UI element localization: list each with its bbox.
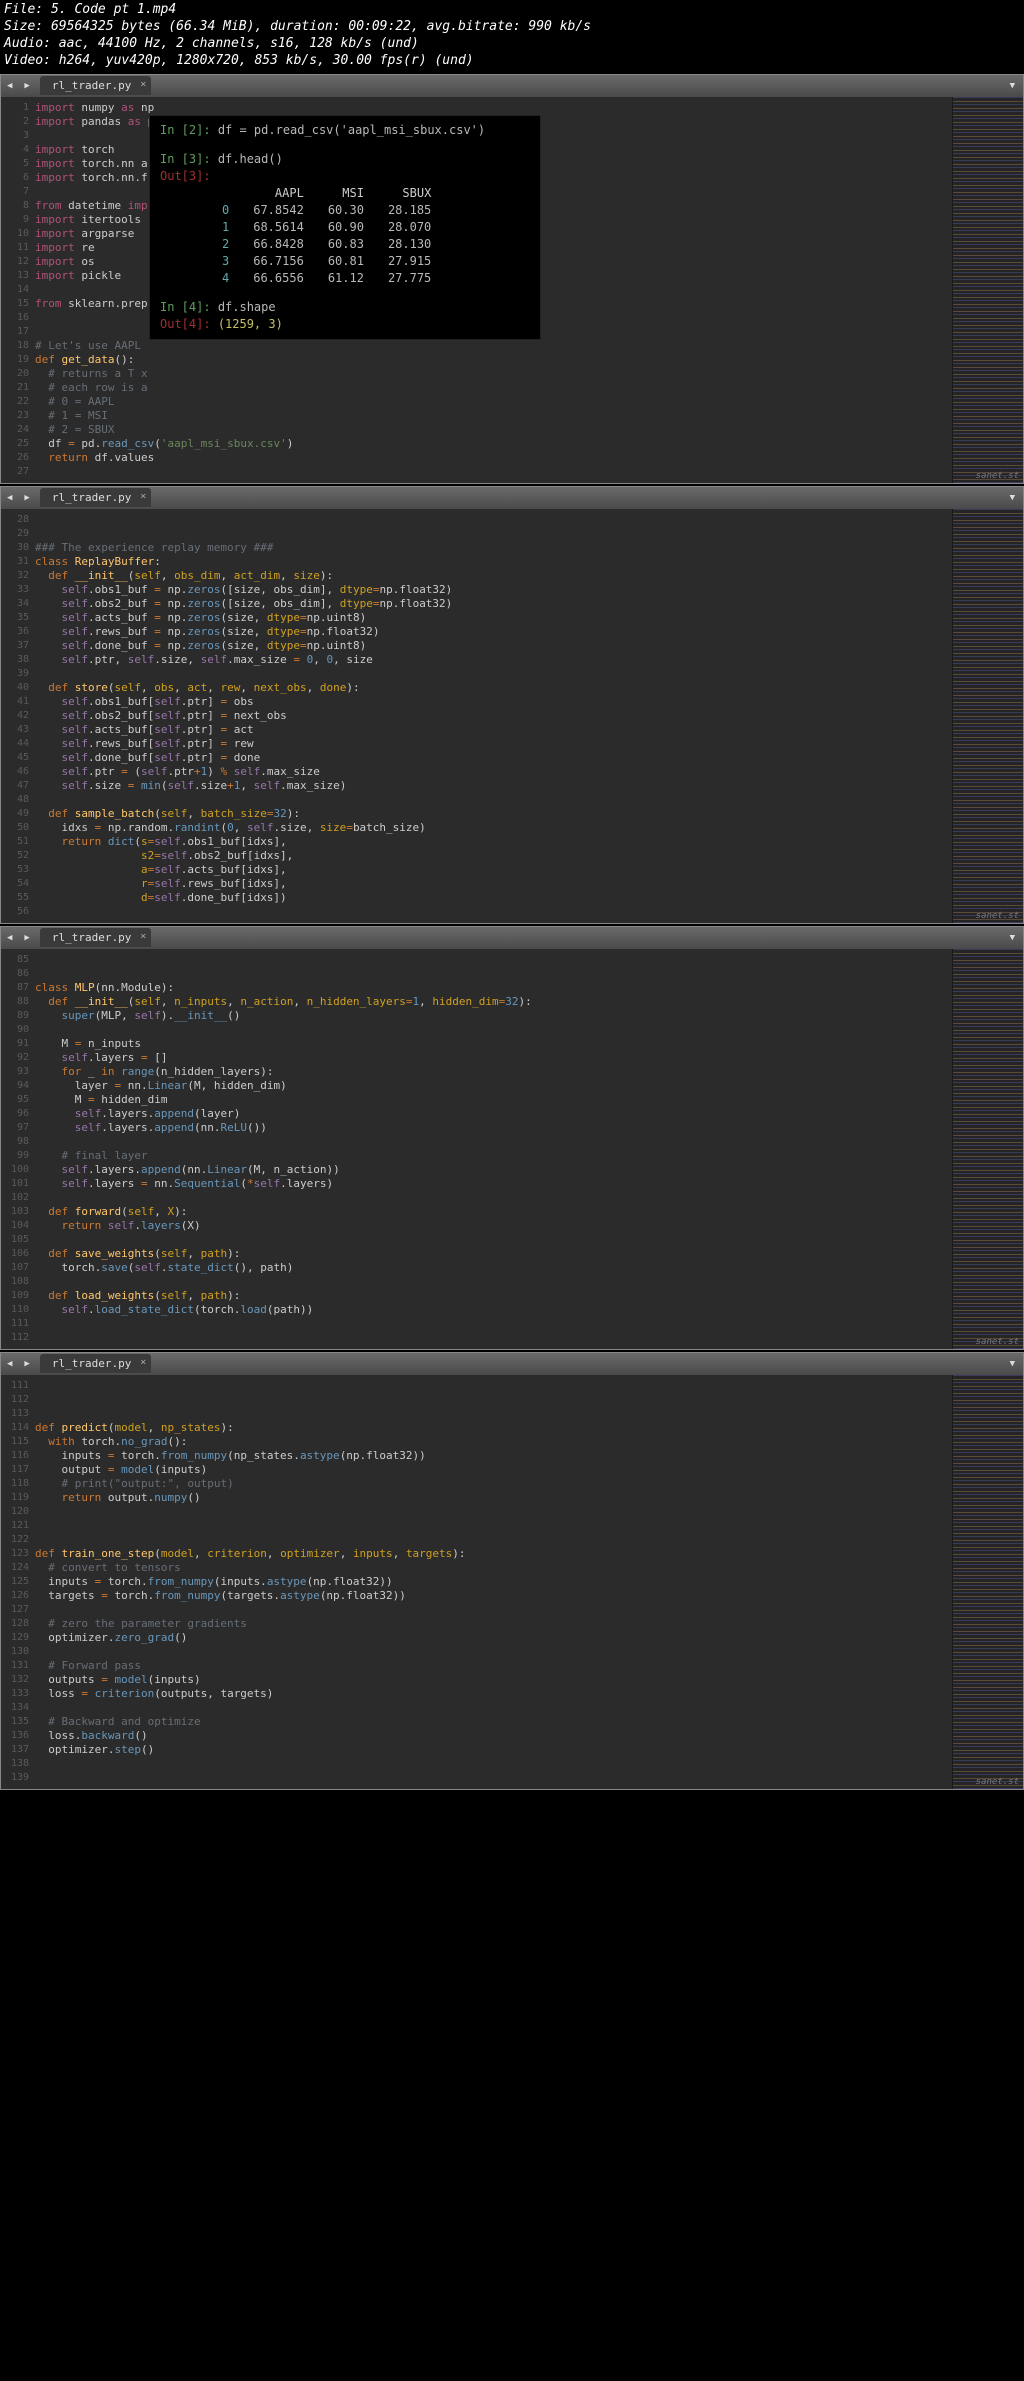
nav-prev-icon[interactable]: ◀ bbox=[1, 933, 18, 943]
chevron-down-icon[interactable]: ▼ bbox=[1010, 81, 1015, 91]
gutter: 2829303132333435363738394041424344454647… bbox=[1, 509, 35, 923]
nav-prev-icon[interactable]: ◀ bbox=[1, 1359, 18, 1369]
watermark: sanet.st bbox=[976, 1337, 1019, 1347]
nav-next-icon[interactable]: ▶ bbox=[18, 933, 35, 943]
nav-prev-icon[interactable]: ◀ bbox=[1, 81, 18, 91]
minimap[interactable] bbox=[952, 97, 1023, 483]
gutter: 1111121131141151161171181191201211221231… bbox=[1, 1375, 35, 1789]
dataframe-table: AAPLMSISBUX 067.854260.3028.185168.56146… bbox=[210, 185, 443, 287]
tab-label: rl_trader.py bbox=[52, 79, 131, 92]
code-area[interactable]: ### The experience replay memory ###clas… bbox=[35, 509, 952, 923]
nav-next-icon[interactable]: ▶ bbox=[18, 493, 35, 503]
tab-bar: ◀ ▶ rl_trader.py× ▼ bbox=[1, 487, 1023, 509]
editor-pane-2: ◀ ▶ rl_trader.py× ▼ 28293031323334353637… bbox=[0, 486, 1024, 924]
close-icon[interactable]: × bbox=[140, 931, 146, 942]
tab-file[interactable]: rl_trader.py× bbox=[40, 928, 151, 947]
tab-bar: ◀ ▶ rl_trader.py× ▼ bbox=[1, 927, 1023, 949]
minimap[interactable] bbox=[952, 1375, 1023, 1789]
editor-pane-1: ◀ ▶ rl_trader.py × ▼ 1234567891011121314… bbox=[0, 74, 1024, 484]
close-icon[interactable]: × bbox=[140, 1357, 146, 1368]
terminal-overlay[interactable]: In [2]: df = pd.read_csv('aapl_msi_sbux.… bbox=[149, 115, 541, 340]
watermark: sanet.st bbox=[976, 1777, 1019, 1787]
close-icon[interactable]: × bbox=[140, 491, 146, 502]
minimap[interactable] bbox=[952, 509, 1023, 923]
gutter: 8586878889909192939495969798991001011021… bbox=[1, 949, 35, 1349]
minimap[interactable] bbox=[952, 949, 1023, 1349]
editor-pane-4: ◀ ▶ rl_trader.py× ▼ 11111211311411511611… bbox=[0, 1352, 1024, 1790]
tab-bar: ◀ ▶ rl_trader.py × ▼ bbox=[1, 75, 1023, 97]
nav-next-icon[interactable]: ▶ bbox=[18, 1359, 35, 1369]
nav-prev-icon[interactable]: ◀ bbox=[1, 493, 18, 503]
tab-bar: ◀ ▶ rl_trader.py× ▼ bbox=[1, 1353, 1023, 1375]
close-icon[interactable]: × bbox=[140, 79, 146, 90]
tab-file[interactable]: rl_trader.py× bbox=[40, 1354, 151, 1373]
chevron-down-icon[interactable]: ▼ bbox=[1010, 933, 1015, 943]
editor-pane-3: ◀ ▶ rl_trader.py× ▼ 85868788899091929394… bbox=[0, 926, 1024, 1350]
tab-file[interactable]: rl_trader.py× bbox=[40, 488, 151, 507]
gutter: 1234567891011121314151617181920212223242… bbox=[1, 97, 35, 483]
code-area[interactable]: def predict(model, np_states): with torc… bbox=[35, 1375, 952, 1789]
chevron-down-icon[interactable]: ▼ bbox=[1010, 1359, 1015, 1369]
tab-file[interactable]: rl_trader.py × bbox=[40, 76, 151, 95]
watermark: sanet.st bbox=[976, 911, 1019, 921]
code-area[interactable]: class MLP(nn.Module): def __init__(self,… bbox=[35, 949, 952, 1349]
watermark: sanet.st bbox=[976, 471, 1019, 481]
nav-next-icon[interactable]: ▶ bbox=[18, 81, 35, 91]
chevron-down-icon[interactable]: ▼ bbox=[1010, 493, 1015, 503]
file-info: File: 5. Code pt 1.mp4 Size: 69564325 by… bbox=[0, 0, 1024, 72]
